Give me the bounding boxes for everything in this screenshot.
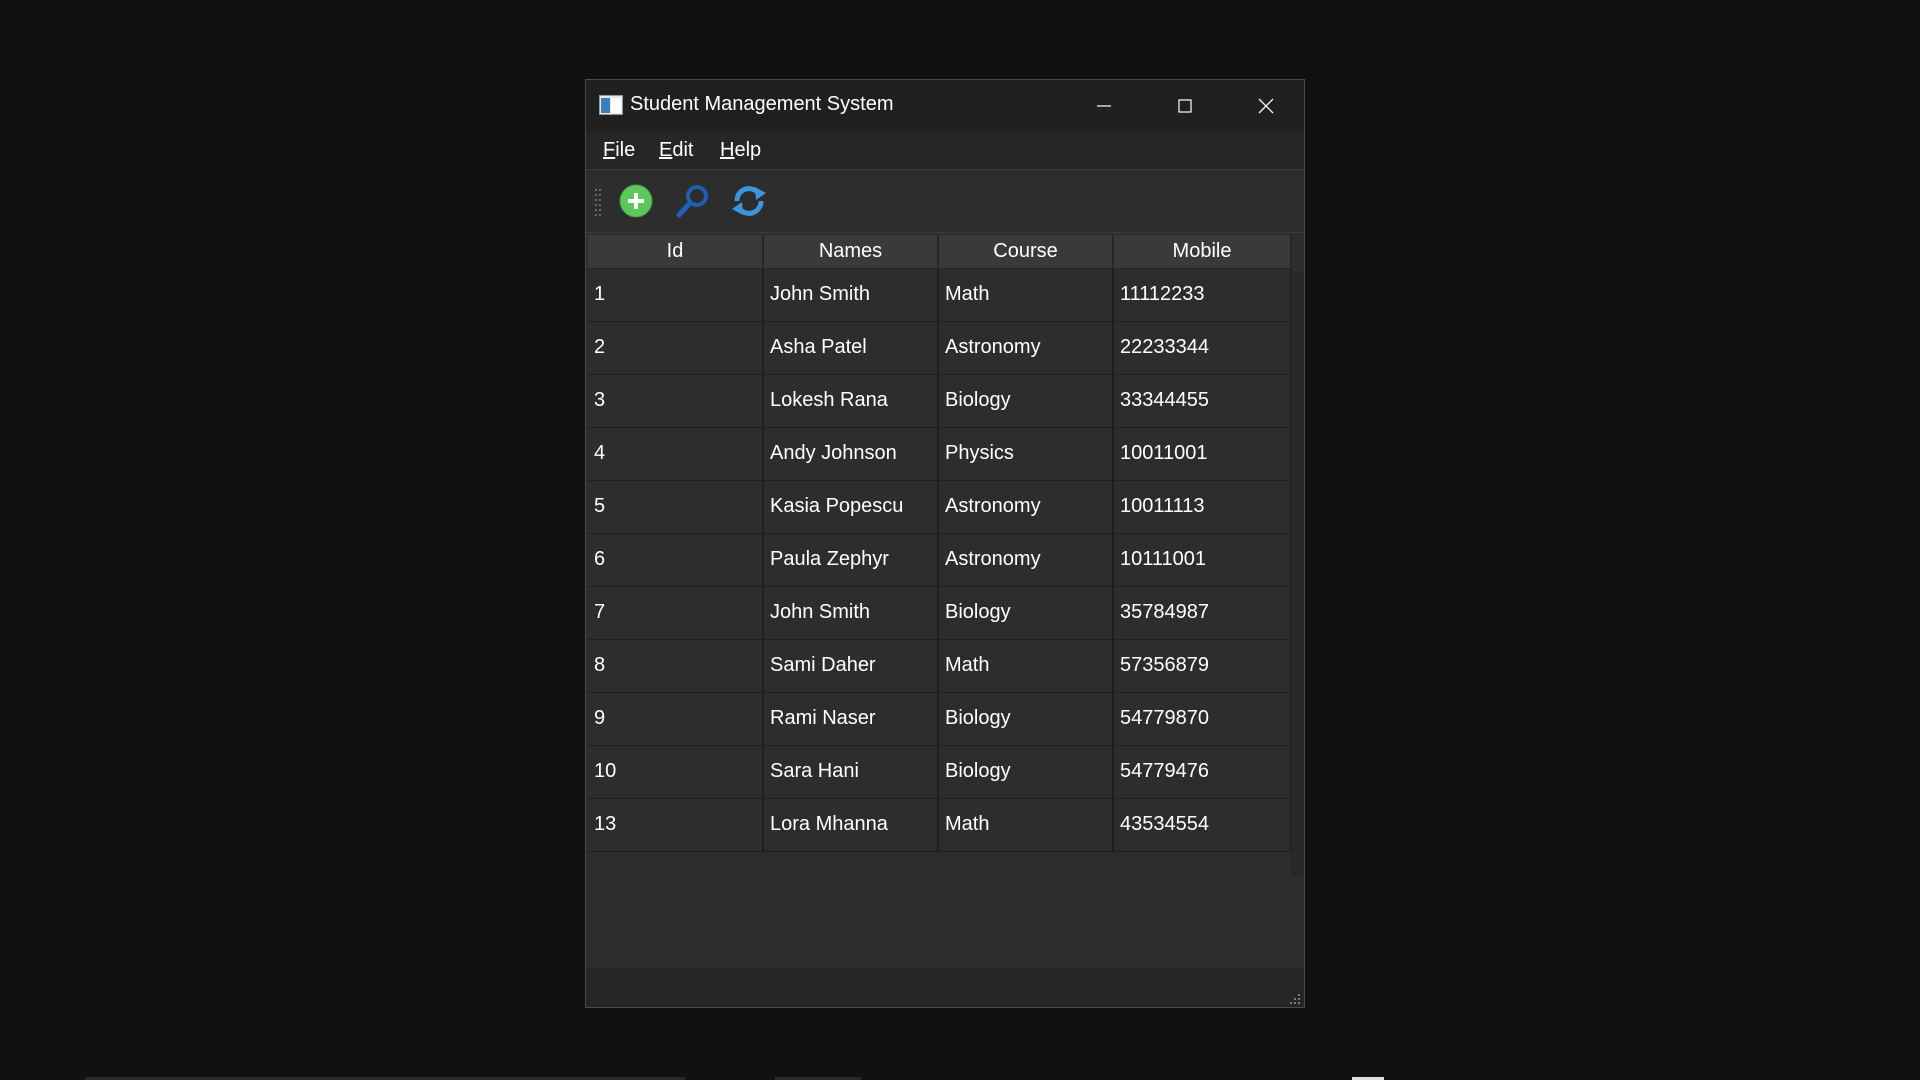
cell-course[interactable]: Biology xyxy=(938,586,1114,640)
cell-id[interactable]: 1 xyxy=(588,268,764,322)
cell-name[interactable]: Lora Mhanna xyxy=(763,798,939,852)
column-header-id[interactable]: Id xyxy=(588,235,764,269)
cell-course[interactable]: Biology xyxy=(938,374,1114,428)
cell-mobile[interactable]: 33344455 xyxy=(1113,374,1292,428)
cell-name[interactable]: Asha Patel xyxy=(763,321,939,375)
menu-file-accel: F xyxy=(603,139,616,161)
cell-id[interactable]: 9 xyxy=(588,692,764,746)
table-row[interactable]: 3 Lokesh Rana Biology 33344455 xyxy=(588,374,1292,428)
menu-edit-accel: E xyxy=(659,139,673,161)
menu-help[interactable]: Help xyxy=(720,139,761,162)
table-row[interactable]: 6 Paula Zephyr Astronomy 10111001 xyxy=(588,533,1292,587)
cell-name[interactable]: Rami Naser xyxy=(763,692,939,746)
cell-course[interactable]: Math xyxy=(938,268,1114,322)
menu-file-label: ile xyxy=(615,139,636,161)
cell-mobile[interactable]: 54779870 xyxy=(1113,692,1292,746)
cell-course[interactable]: Physics xyxy=(938,427,1114,481)
cell-course[interactable]: Math xyxy=(938,639,1114,693)
cell-name[interactable]: John Smith xyxy=(763,268,939,322)
status-bar xyxy=(586,968,1304,1007)
cell-mobile[interactable]: 10111001 xyxy=(1113,533,1292,587)
menu-help-accel: H xyxy=(720,139,735,161)
menu-edit-label: dit xyxy=(672,139,694,161)
cell-course[interactable]: Math xyxy=(938,798,1114,852)
resize-grip-icon[interactable] xyxy=(1289,992,1301,1004)
table-row[interactable]: 9 Rami Naser Biology 54779870 xyxy=(588,692,1292,746)
cell-name[interactable]: Sami Daher xyxy=(763,639,939,693)
cell-name[interactable]: Sara Hani xyxy=(763,745,939,799)
cell-course[interactable]: Astronomy xyxy=(938,533,1114,587)
refresh-button[interactable] xyxy=(729,181,769,221)
table-scrollbar-track[interactable] xyxy=(1291,271,1304,876)
cell-id[interactable]: 13 xyxy=(588,798,764,852)
cell-id[interactable]: 6 xyxy=(588,533,764,587)
cell-course[interactable]: Biology xyxy=(938,692,1114,746)
table-row[interactable]: 13 Lora Mhanna Math 43534554 xyxy=(588,798,1292,852)
table-row[interactable]: 8 Sami Daher Math 57356879 xyxy=(588,639,1292,693)
menu-help-label: elp xyxy=(734,139,762,161)
toolbar-grip-icon[interactable] xyxy=(594,188,604,220)
table-row[interactable]: 10 Sara Hani Biology 54779476 xyxy=(588,745,1292,799)
maximize-icon xyxy=(1178,99,1192,113)
table-header-row: Id Names Course Mobile xyxy=(588,235,1292,269)
maximize-button[interactable] xyxy=(1145,80,1225,131)
table-row[interactable]: 2 Asha Patel Astronomy 22233344 xyxy=(588,321,1292,375)
menu-bar: File Edit Help xyxy=(586,131,1304,170)
column-header-course[interactable]: Course xyxy=(938,235,1114,269)
minimize-button[interactable] xyxy=(1064,80,1144,131)
cell-mobile[interactable]: 57356879 xyxy=(1113,639,1292,693)
table-row[interactable]: 7 John Smith Biology 35784987 xyxy=(588,586,1292,640)
cell-id[interactable]: 7 xyxy=(588,586,764,640)
app-window-icon xyxy=(599,95,623,115)
app-window: Student Management System File Edit Help xyxy=(585,79,1305,1008)
search-button[interactable] xyxy=(673,181,713,221)
students-table-view[interactable]: Id Names Course Mobile 1 John Smith Math… xyxy=(588,235,1304,968)
cell-course[interactable]: Biology xyxy=(938,745,1114,799)
cell-mobile[interactable]: 10011001 xyxy=(1113,427,1292,481)
table-row[interactable]: 1 John Smith Math 11112233 xyxy=(588,268,1292,322)
cell-name[interactable]: John Smith xyxy=(763,586,939,640)
add-student-button[interactable] xyxy=(616,181,656,221)
refresh-icon xyxy=(732,186,766,216)
table-row[interactable]: 4 Andy Johnson Physics 10011001 xyxy=(588,427,1292,481)
cell-mobile[interactable]: 54779476 xyxy=(1113,745,1292,799)
cell-id[interactable]: 8 xyxy=(588,639,764,693)
cell-mobile[interactable]: 35784987 xyxy=(1113,586,1292,640)
table-row[interactable]: 5 Kasia Popescu Astronomy 10011113 xyxy=(588,480,1292,534)
cell-mobile[interactable]: 11112233 xyxy=(1113,268,1292,322)
cell-mobile[interactable]: 43534554 xyxy=(1113,798,1292,852)
minimize-icon xyxy=(1097,105,1111,107)
toolbar xyxy=(586,170,1304,233)
cell-id[interactable]: 4 xyxy=(588,427,764,481)
title-bar[interactable]: Student Management System xyxy=(586,80,1304,131)
cell-name[interactable]: Andy Johnson xyxy=(763,427,939,481)
column-header-names[interactable]: Names xyxy=(763,235,939,269)
menu-edit[interactable]: Edit xyxy=(659,139,693,162)
cell-name[interactable]: Kasia Popescu xyxy=(763,480,939,534)
cell-mobile[interactable]: 10011113 xyxy=(1113,480,1292,534)
cell-id[interactable]: 3 xyxy=(588,374,764,428)
cell-name[interactable]: Lokesh Rana xyxy=(763,374,939,428)
cell-id[interactable]: 2 xyxy=(588,321,764,375)
cell-course[interactable]: Astronomy xyxy=(938,321,1114,375)
cell-mobile[interactable]: 22233344 xyxy=(1113,321,1292,375)
close-button[interactable] xyxy=(1226,80,1306,131)
add-icon xyxy=(619,184,653,218)
menu-file[interactable]: File xyxy=(603,139,635,162)
cell-name[interactable]: Paula Zephyr xyxy=(763,533,939,587)
close-icon xyxy=(1258,98,1274,114)
cell-course[interactable]: Astronomy xyxy=(938,480,1114,534)
column-header-mobile[interactable]: Mobile xyxy=(1113,235,1292,269)
cell-id[interactable]: 10 xyxy=(588,745,764,799)
window-title: Student Management System xyxy=(630,93,894,115)
search-icon xyxy=(676,185,708,218)
students-table: Id Names Course Mobile 1 John Smith Math… xyxy=(588,235,1292,852)
cell-id[interactable]: 5 xyxy=(588,480,764,534)
